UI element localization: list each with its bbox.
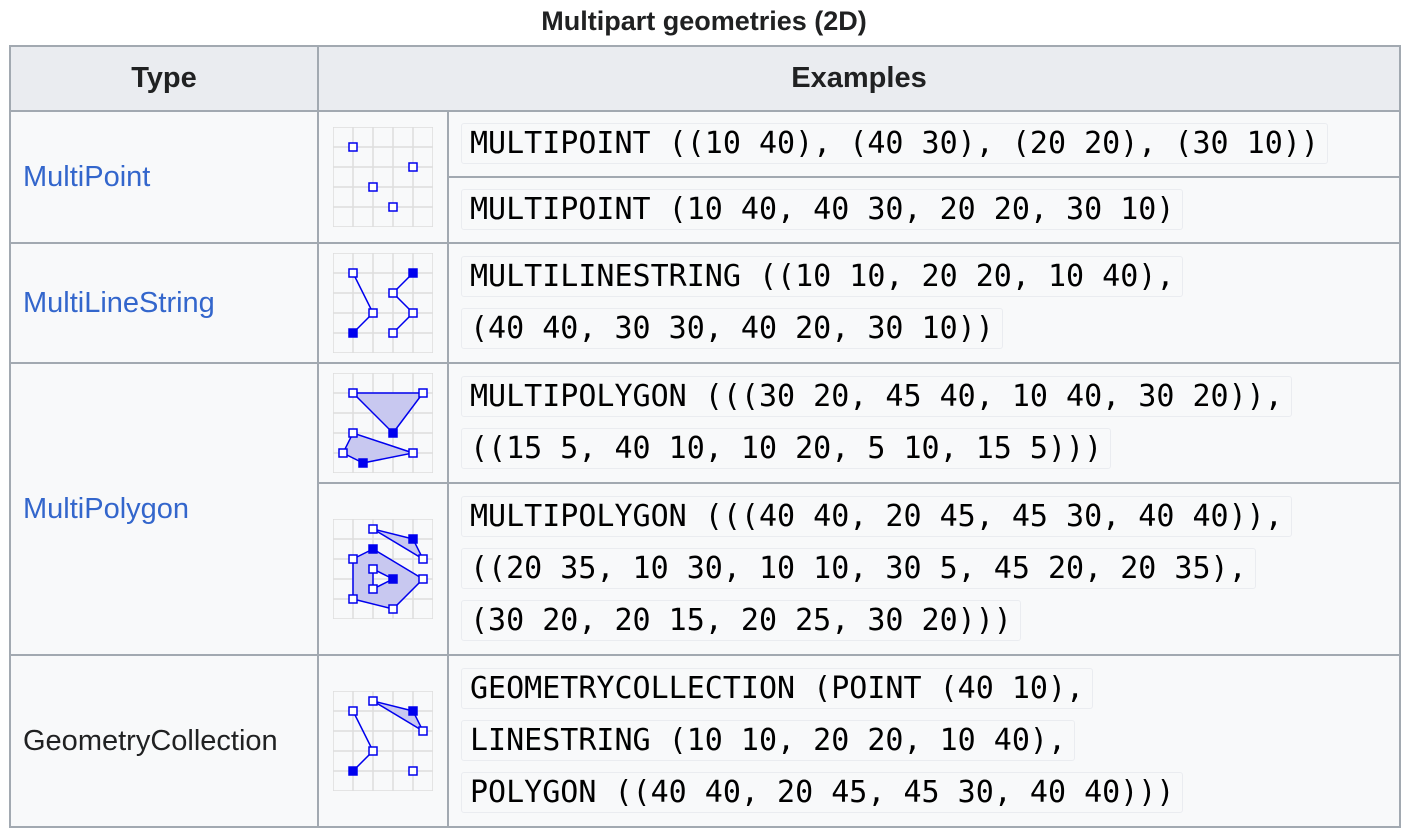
multipolygon-link[interactable]: MultiPolygon (23, 493, 189, 525)
image-cell (317, 110, 449, 244)
example-cell: MULTIPOLYGON (((40 40, 20 45, 45 30, 40 … (446, 482, 1402, 656)
wkt-example-line: ((20 35, 10 30, 10 10, 30 5, 45 20, 20 3… (461, 548, 1256, 589)
type-cell: MultiLineString (9, 242, 319, 364)
image-cell (317, 362, 449, 484)
example-cell: MULTIPOINT ((10 40), (40 30), (20 20), (… (446, 110, 1402, 178)
multipolygon-diagram-1-icon (333, 373, 433, 473)
table-row: MultiPoint MULTIPOINT ((10 40), (40 30),… (9, 110, 1402, 244)
multipolygon-diagram-2-icon (333, 519, 433, 619)
type-cell: MultiPolygon (9, 362, 319, 656)
example-cell: MULTIPOINT (10 40, 40 30, 20 20, 30 10) (446, 176, 1402, 244)
example-cell: MULTIPOLYGON (((30 20, 45 40, 10 40, 30 … (446, 362, 1402, 484)
header-examples: Examples (316, 45, 1402, 112)
wkt-example-line: MULTIPOLYGON (((30 20, 45 40, 10 40, 30 … (461, 376, 1292, 417)
table-row: GeometryCollection GEOMETRYCOLLECTION (P… (9, 654, 1402, 828)
table-row: MultiLineString MULTILINESTRING ((10 10,… (9, 242, 1402, 364)
example-cell: GEOMETRYCOLLECTION (POINT (40 10), LINES… (446, 654, 1402, 828)
wkt-example: MULTIPOINT ((10 40), (40 30), (20 20), (… (461, 123, 1328, 164)
wkt-example-line: MULTIPOLYGON (((40 40, 20 45, 45 30, 40 … (461, 496, 1292, 537)
type-cell: GeometryCollection (9, 654, 319, 828)
header-type: Type (9, 45, 319, 112)
wkt-example-line: (30 20, 20 15, 20 25, 30 20))) (461, 600, 1021, 641)
wkt-example-line: MULTILINESTRING ((10 10, 20 20, 10 40), (461, 256, 1184, 297)
wkt-example-line: POLYGON ((40 40, 20 45, 45 30, 40 40))) (461, 772, 1184, 813)
wkt-example-line: LINESTRING (10 10, 20 20, 10 40), (461, 720, 1076, 761)
multipoint-link[interactable]: MultiPoint (23, 161, 150, 193)
table-row: MultiPolygon MULTIPOLYGON (((30 20, 45 4… (9, 362, 1402, 656)
multipoint-diagram-icon (333, 127, 433, 227)
image-cell (317, 654, 449, 828)
table-caption: Multipart geometries (2D) (541, 6, 867, 36)
wkt-example-line: ((15 5, 40 10, 10 20, 5 10, 15 5))) (461, 428, 1112, 469)
wkt-example-line: GEOMETRYCOLLECTION (POINT (40 10), (461, 668, 1094, 709)
image-cell (317, 482, 449, 656)
image-cell (317, 242, 449, 364)
multilinestring-diagram-icon (333, 253, 433, 353)
example-cell: MULTILINESTRING ((10 10, 20 20, 10 40), … (446, 242, 1402, 364)
geometrycollection-label: GeometryCollection (23, 724, 278, 757)
wkt-example: MULTIPOINT (10 40, 40 30, 20 20, 30 10) (461, 189, 1184, 230)
multipart-geometries-table: Type Examples MultiPoint MULTIPOINT ((10… (9, 45, 1402, 828)
type-cell: MultiPoint (9, 110, 319, 244)
multilinestring-link[interactable]: MultiLineString (23, 287, 215, 319)
geometrycollection-diagram-icon (333, 691, 433, 791)
header-row: Type Examples (9, 45, 1402, 112)
wkt-example-line: (40 40, 30 30, 40 20, 30 10)) (461, 308, 1003, 349)
